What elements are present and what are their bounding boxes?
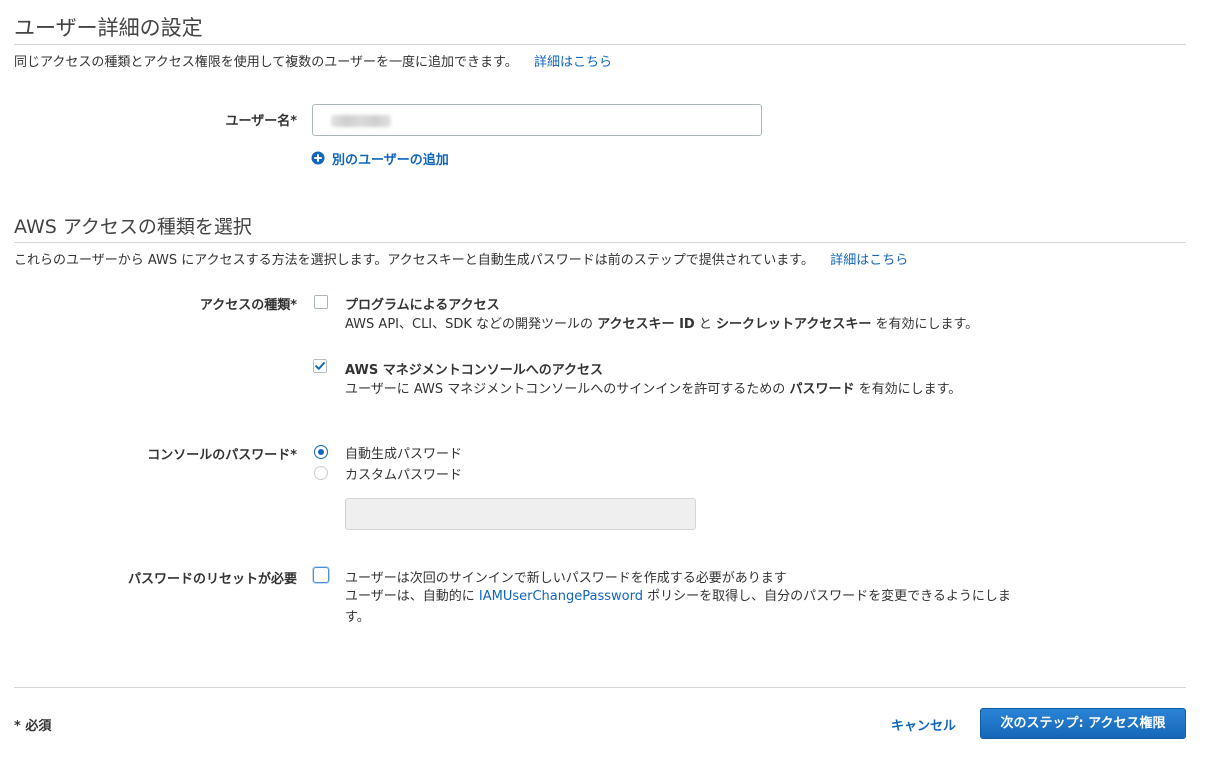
- desc-text: ユーザーに AWS マネジメントコンソールへのサインインを許可するための: [345, 382, 790, 397]
- add-user-label: 別のユーザーの追加: [332, 153, 449, 168]
- console-password-label: コンソールのパスワード*: [147, 448, 297, 463]
- custom-password-label: カスタムパスワード: [345, 468, 463, 483]
- programmatic-access-description: AWS API、CLI、SDK などの開発ツールの アクセスキー ID と シー…: [345, 314, 995, 335]
- username-label: ユーザー名*: [225, 114, 297, 129]
- desc-text: と: [694, 317, 716, 332]
- access-type-description: これらのユーザーから AWS にアクセスする方法を選択します。アクセスキーと自動…: [14, 249, 908, 268]
- console-access-title: AWS マネジメントコンソールへのアクセス: [345, 363, 604, 378]
- learn-more-link[interactable]: 詳細はこちら: [534, 55, 612, 70]
- access-type-title: AWS アクセスの種類を選択: [14, 216, 252, 238]
- access-type-description-text: これらのユーザーから AWS にアクセスする方法を選択します。アクセスキーと自動…: [14, 253, 815, 268]
- console-access-checkbox[interactable]: [313, 359, 329, 375]
- username-input[interactable]: [312, 104, 762, 136]
- desc-bold-text: パスワード: [789, 382, 855, 397]
- user-details-description: 同じアクセスの種類とアクセス権限を使用して複数のユーザーを一度に追加できます。 …: [14, 51, 612, 70]
- user-details-title: ユーザー詳細の設定: [14, 16, 203, 40]
- footer-divider: [14, 687, 1186, 688]
- cancel-button[interactable]: キャンセル: [891, 715, 956, 734]
- desc-text: を有効にします。: [854, 382, 962, 397]
- password-reset-description: ユーザーは、自動的に IAMUserChangePassword ポリシーを取得…: [345, 586, 1015, 628]
- next-permissions-button[interactable]: 次のステップ: アクセス権限: [980, 708, 1186, 739]
- programmatic-access-title: プログラムによるアクセス: [345, 298, 500, 313]
- auto-password-radio[interactable]: [314, 445, 328, 459]
- learn-more-link[interactable]: 詳細はこちら: [830, 253, 908, 268]
- password-reset-checkbox[interactable]: [313, 567, 329, 583]
- username-value-redacted: [331, 115, 391, 127]
- policy-link[interactable]: IAMUserChangePassword: [479, 589, 643, 604]
- required-note: * 必須: [14, 719, 52, 734]
- desc-text: ユーザーは、自動的に: [345, 589, 479, 604]
- password-reset-label: パスワードのリセットが必要: [127, 572, 297, 587]
- custom-password-input: [345, 498, 696, 530]
- password-reset-text: ユーザーは次回のサインインで新しいパスワードを作成する必要があります: [345, 571, 787, 586]
- auto-password-label: 自動生成パスワード: [345, 447, 463, 462]
- desc-text: を有効にします。: [871, 317, 979, 332]
- plus-circle-icon: [311, 151, 325, 165]
- console-access-description: ユーザーに AWS マネジメントコンソールへのサインインを許可するための パスワ…: [345, 379, 1025, 400]
- desc-bold-text: シークレットアクセスキー: [715, 317, 872, 332]
- user-details-description-text: 同じアクセスの種類とアクセス権限を使用して複数のユーザーを一度に追加できます。: [14, 55, 518, 70]
- section-divider: [14, 242, 1186, 243]
- programmatic-access-checkbox[interactable]: [314, 295, 328, 309]
- section-divider: [14, 44, 1186, 45]
- desc-text: AWS API、CLI、SDK などの開発ツールの: [345, 317, 598, 332]
- custom-password-radio[interactable]: [314, 466, 328, 480]
- desc-bold-text: アクセスキー ID: [597, 317, 695, 332]
- checkmark-icon: [313, 359, 327, 373]
- access-type-label: アクセスの種類*: [199, 298, 297, 313]
